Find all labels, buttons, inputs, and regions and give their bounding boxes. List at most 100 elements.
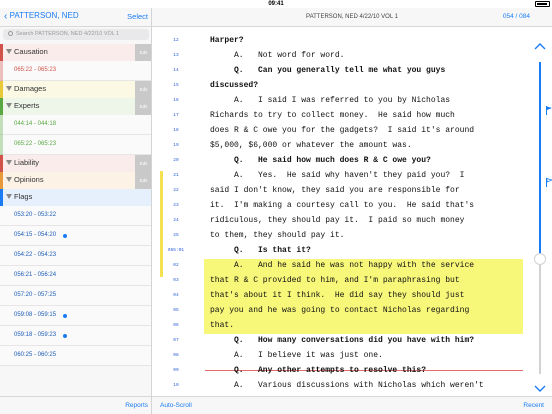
sidebar-nav-bar: ‹ PATTERSON, NED Select [0, 8, 151, 27]
chevron-down-icon[interactable] [6, 160, 12, 165]
line-text: A. I believe it was just one. [210, 351, 383, 360]
chevron-down-icon[interactable] [6, 177, 12, 182]
transcript-line[interactable]: 23 it. I'm making a courtesy call to you.… [152, 199, 552, 214]
chevron-down-icon[interactable] [6, 49, 12, 54]
flag-range: 053:20 - 053:22 [14, 212, 57, 218]
flag-range: 054:22 - 054:23 [14, 252, 57, 258]
list-item[interactable]: 065:22 - 065:23 [0, 61, 151, 81]
scroll-up-icon[interactable] [534, 41, 546, 53]
select-button[interactable]: Select [127, 12, 148, 21]
category-edit-button[interactable]: Edit [135, 155, 151, 172]
item-color-edge [0, 61, 3, 81]
transcript-line[interactable]: 03 that R & C provided to him, and I'm pa… [152, 274, 552, 289]
transcript-line[interactable]: 14 Q. Can you generally tell me what you… [152, 64, 552, 79]
transcript-title: PATTERSON, NED 4/22/10 VOL 1 [306, 14, 398, 20]
transcript-line[interactable]: 09 Q. Any other attempts to resolve this… [152, 364, 552, 379]
flag-marker-icon[interactable] [546, 178, 552, 187]
scroll-thumb[interactable] [534, 253, 546, 265]
line-number: 06 [173, 323, 179, 328]
line-number: 07 [173, 338, 179, 343]
line-number: 15 [173, 83, 179, 88]
flag-item[interactable]: 057:20 - 057:25 [0, 286, 151, 306]
flag-item[interactable]: 060:25 - 060:25 [0, 346, 151, 366]
flag-range: 056:21 - 056:24 [14, 272, 57, 278]
category-edit-button[interactable]: Edit [135, 44, 151, 61]
search-input[interactable]: Search PATTERSON, NED 4/22/10 VOL 1 [3, 29, 149, 40]
category-name: Experts [14, 101, 40, 110]
transcript-line[interactable]: 15 discussed? [152, 79, 552, 94]
category-header-damages[interactable]: Damages Edit [0, 81, 151, 98]
scroll-down-icon[interactable] [534, 382, 546, 394]
line-text: Richards to try to collect money. He sai… [210, 111, 455, 120]
transcript-line[interactable]: 19 $5,000, $6,000 or whatever the amount … [152, 139, 552, 154]
transcript-line[interactable]: 02 A. And he said he was not happy with … [152, 259, 552, 274]
flag-item[interactable]: 059:18 - 059:23 [0, 326, 151, 346]
category-header-causation[interactable]: Causation Edit [0, 44, 151, 61]
transcript-line[interactable]: 25 to them, they should pay it. [152, 229, 552, 244]
line-number: 13 [173, 53, 179, 58]
line-text: ridiculous, they should pay it. I paid s… [210, 216, 465, 225]
line-text: Q. Is that it? [210, 246, 311, 255]
search-placeholder: Search PATTERSON, NED 4/22/10 VOL 1 [16, 31, 120, 37]
chevron-down-icon[interactable] [6, 86, 12, 91]
unread-dot [63, 314, 67, 318]
transcript-line[interactable]: 16 A. I said I was referred to you by Ni… [152, 94, 552, 109]
flag-marker-icon[interactable] [546, 106, 552, 115]
line-text: pay you and he was going to contact Nich… [210, 306, 470, 315]
chevron-down-icon[interactable] [6, 194, 12, 199]
recent-button[interactable]: Recent [523, 402, 544, 409]
line-number: 14 [173, 68, 179, 73]
transcript-line[interactable]: 055:01 Q. Is that it? [152, 244, 552, 259]
transcript-line[interactable]: 07 Q. How many conversations did you hav… [152, 334, 552, 349]
transcript-line[interactable]: 22 said I don't know, they said you are r… [152, 184, 552, 199]
transcript-line[interactable]: 18 does R & C owe you for the gadgets? I … [152, 124, 552, 139]
category-color-bar [0, 172, 3, 189]
page-indicator[interactable]: 054 / 084 [503, 13, 530, 20]
transcript-nav-bar: PATTERSON, NED 4/22/10 VOL 1 054 / 084 [152, 8, 552, 27]
list-item[interactable]: 065:22 - 065:23 [0, 135, 151, 155]
category-edit-button[interactable]: Edit [135, 98, 151, 115]
transcript-panel: PATTERSON, NED 4/22/10 VOL 1 054 / 084 1… [152, 8, 552, 414]
flag-item[interactable]: 053:20 - 053:22 [0, 206, 151, 226]
back-button-label: PATTERSON, NED [9, 11, 79, 20]
line-text: it. I'm making a courtesy call to you. H… [210, 201, 475, 210]
transcript-line[interactable]: 13 A. Not word for word. [152, 49, 552, 64]
scroll-track-fill [539, 62, 541, 254]
line-number: 21 [173, 173, 179, 178]
battery-icon [535, 1, 550, 7]
flag-item[interactable]: 056:21 - 056:24 [0, 266, 151, 286]
category-header-opinions[interactable]: Opinions Edit [0, 172, 151, 189]
flag-item[interactable]: 054:22 - 054:23 [0, 246, 151, 266]
transcript-line[interactable]: 17 Richards to try to collect money. He s… [152, 109, 552, 124]
transcript-line[interactable]: 12 Harper? [152, 34, 552, 49]
line-text: A. Not word for word. [210, 51, 345, 60]
transcript-line[interactable]: 08 A. I believe it was just one. [152, 349, 552, 364]
transcript-line[interactable]: 04 that's about it I think. He did say th… [152, 289, 552, 304]
category-header-liability[interactable]: Liability Edit [0, 155, 151, 172]
category-color-bar [0, 98, 3, 115]
transcript-body[interactable]: 12 Harper? 13 A. Not word for word. 14 Q. C… [152, 27, 552, 405]
transcript-line[interactable]: 06 that. [152, 319, 552, 334]
item-range: 065:22 - 065:23 [14, 67, 57, 73]
item-color-edge [0, 115, 3, 135]
transcript-line[interactable]: 20 Q. He said how much does R & C owe yo… [152, 154, 552, 169]
category-edit-button[interactable]: Edit [135, 81, 151, 98]
line-text: A. Various discussions with Nicholas whi… [210, 381, 484, 390]
auto-scroll-button[interactable]: Auto-Scroll [160, 402, 192, 409]
transcript-line[interactable]: 05 pay you and he was going to contact Ni… [152, 304, 552, 319]
flag-item[interactable]: 054:15 - 054:20 [0, 226, 151, 246]
flag-range: 060:25 - 060:25 [14, 352, 57, 358]
chevron-down-icon[interactable] [6, 103, 12, 108]
category-header-experts[interactable]: Experts Edit [0, 98, 151, 115]
transcript-line[interactable]: 24 ridiculous, they should pay it. I paid… [152, 214, 552, 229]
reports-button[interactable]: Reports [125, 402, 148, 409]
category-header-flags[interactable]: Flags [0, 189, 151, 206]
transcript-line[interactable]: 21 A. Yes. He said why haven't they paid… [152, 169, 552, 184]
line-text: $5,000, $6,000 or whatever the amount wa… [210, 141, 412, 150]
back-button[interactable]: ‹ PATTERSON, NED [4, 11, 79, 22]
flag-item[interactable]: 059:08 - 059:15 [0, 306, 151, 326]
list-item[interactable]: 044:14 - 044:18 [0, 115, 151, 135]
category-edit-button[interactable]: Edit [135, 172, 151, 189]
item-range: 044:14 - 044:18 [14, 121, 57, 127]
transcript-line[interactable]: 10 A. Various discussions with Nicholas … [152, 379, 552, 394]
